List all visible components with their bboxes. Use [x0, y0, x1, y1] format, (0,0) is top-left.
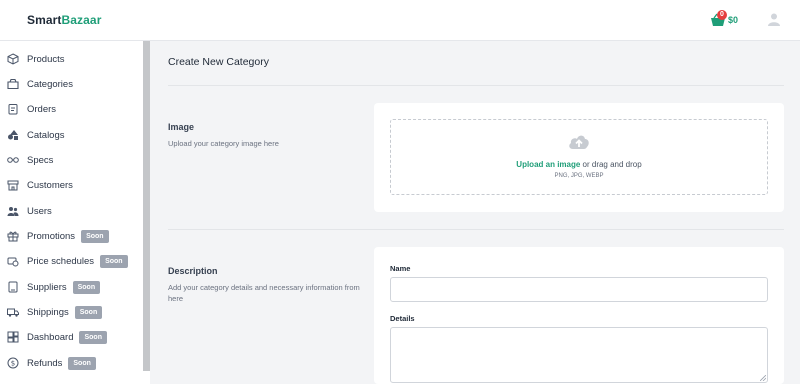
soon-badge: Soon: [100, 254, 128, 268]
sidebar-item-promotions[interactable]: Promotions Soon: [7, 228, 109, 244]
image-section-title: Image: [168, 122, 195, 132]
sidebar-item-users[interactable]: Users: [7, 203, 52, 219]
soon-badge: Soon: [68, 356, 96, 370]
page-title: Create New Category: [168, 56, 269, 68]
sidebar-item-dashboard[interactable]: Dashboard Soon: [7, 329, 107, 345]
user-icon[interactable]: [767, 12, 781, 26]
sidebar-scrollbar[interactable]: [143, 41, 150, 371]
cloud-upload-icon: [569, 135, 589, 149]
top-bar: SmartBazaar: [0, 0, 800, 41]
description-section-description: Add your category details and necessary …: [168, 283, 360, 303]
cart-count-badge: 0: [717, 10, 727, 20]
sidebar-item-suppliers[interactable]: Suppliers Soon: [7, 279, 101, 295]
sidebar-item-shippings[interactable]: Shippings Soon: [7, 304, 103, 320]
sidebar-item-categories[interactable]: Categories: [7, 76, 73, 92]
sidebar-item-customers[interactable]: Customers: [7, 177, 73, 193]
description-section-title: Description: [168, 266, 218, 276]
resize-handle-icon[interactable]: [760, 375, 766, 381]
name-input[interactable]: [390, 277, 768, 302]
upload-drag-text: or drag and drop: [580, 160, 642, 169]
supplier-icon: [7, 281, 19, 293]
store-icon: [7, 179, 19, 191]
sidebar-item-products[interactable]: Products: [7, 51, 65, 67]
sidebar-item-label: Specs: [27, 154, 54, 166]
sidebar-item-catalogs[interactable]: Catalogs: [7, 127, 65, 143]
clipboard-icon: [7, 103, 19, 115]
brand-part-1: Smart: [27, 13, 62, 27]
sidebar-item-orders[interactable]: Orders: [7, 101, 56, 117]
sidebar-item-label: Catalogs: [27, 129, 65, 141]
box-icon: [7, 53, 19, 65]
soon-badge: Soon: [74, 305, 103, 319]
dashboard-icon: [7, 331, 19, 343]
upload-file-types: PNG, JPG, WEBP: [554, 173, 604, 179]
truck-icon: [7, 306, 19, 318]
sidebar-item-label: Dashboard: [27, 331, 74, 343]
soon-badge: Soon: [79, 330, 107, 344]
sidebar-item-label: Price schedules: [27, 255, 95, 267]
divider: [168, 229, 784, 230]
shapes-icon: [7, 129, 19, 141]
divider: [168, 85, 784, 86]
gift-icon: [7, 230, 19, 242]
svg-text:$: $: [11, 360, 15, 368]
sidebar-item-refunds[interactable]: $ Refunds Soon: [7, 355, 96, 371]
brand-part-2: Bazaar: [61, 13, 102, 27]
soon-badge: Soon: [72, 280, 101, 294]
name-label: Name: [390, 264, 411, 273]
users-icon: [7, 205, 19, 217]
sidebar-item-label: Refunds: [27, 357, 63, 369]
price-schedule-icon: [7, 255, 19, 267]
brand-logo[interactable]: SmartBazaar: [27, 13, 101, 27]
cart-total[interactable]: $0: [728, 15, 738, 25]
sidebar-item-label: Customers: [27, 179, 73, 191]
refund-icon: $: [7, 357, 19, 369]
sidebar-item-label: Shippings: [27, 306, 69, 318]
image-dropzone[interactable]: [390, 119, 768, 195]
soon-badge: Soon: [81, 229, 109, 243]
sidebar-item-label: Users: [27, 205, 52, 217]
specs-icon: [7, 154, 19, 166]
folder-icon: [7, 78, 19, 90]
upload-instructions: Upload an image or drag and drop: [390, 160, 768, 169]
image-section-description: Upload your category image here: [168, 139, 279, 148]
sidebar-item-price-schedules[interactable]: Price schedules Soon: [7, 253, 128, 269]
details-label: Details: [390, 314, 415, 323]
sidebar-item-label: Suppliers: [27, 281, 67, 293]
sidebar-item-specs[interactable]: Specs: [7, 152, 53, 168]
sidebar-item-label: Promotions: [27, 230, 76, 242]
sidebar-item-label: Orders: [27, 103, 57, 115]
details-textarea[interactable]: [390, 327, 768, 383]
sidebar-item-label: Categories: [27, 78, 73, 90]
upload-image-link[interactable]: Upload an image: [516, 160, 580, 169]
sidebar-item-label: Products: [27, 53, 65, 65]
